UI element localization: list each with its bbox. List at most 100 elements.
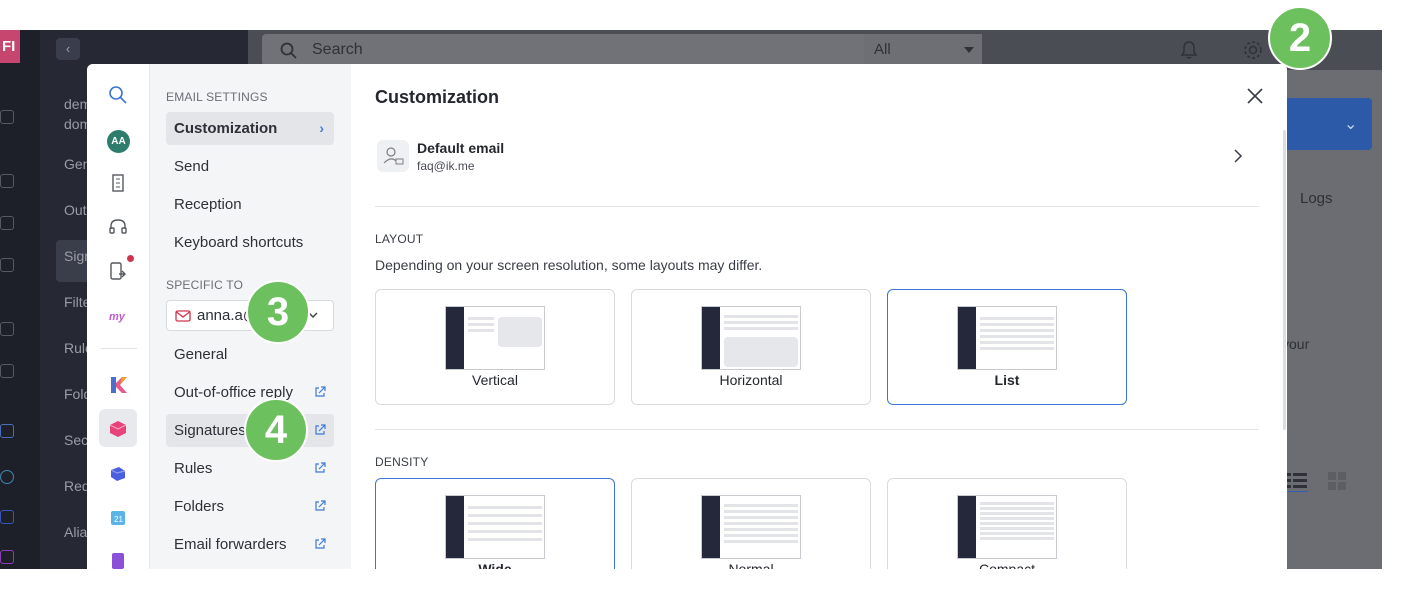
contacts-app-icon[interactable] [107, 550, 129, 569]
svg-text:my: my [109, 311, 126, 323]
sidebar-item[interactable]: Sec [64, 432, 88, 448]
user-avatar[interactable]: AA [107, 130, 130, 153]
app-icon[interactable] [0, 550, 14, 564]
account-address: faq@ik.me [417, 159, 475, 173]
nav-item-out-of-office[interactable]: Out-of-office reply [166, 376, 334, 409]
density-option-compact[interactable]: Compact [887, 478, 1127, 569]
account-selector[interactable]: Default email faq@ik.me [375, 134, 1259, 178]
nav-item-label: Rules [174, 460, 213, 477]
device-sync-icon[interactable] [107, 260, 129, 282]
layout-preview [957, 306, 1057, 370]
account-name: Default email [417, 140, 505, 156]
nav-item-label: Customization [174, 120, 278, 137]
settings-content: Customization Default email faq@ik.me LA… [351, 64, 1287, 569]
layout-option-horizontal[interactable]: Horizontal [631, 289, 871, 405]
building-icon[interactable] [107, 172, 129, 194]
chevron-right-icon [1234, 149, 1243, 163]
density-preview [701, 495, 801, 559]
external-link-icon [315, 424, 326, 435]
nav-item-label: Keyboard shortcuts [174, 234, 304, 251]
drive-app-icon[interactable] [107, 462, 129, 484]
nav-item-label: Signatures [174, 422, 246, 439]
search-input[interactable]: Search [262, 34, 864, 66]
email-settings-heading: EMAIL SETTINGS [166, 90, 268, 104]
nav-item-customization[interactable]: Customization › [166, 112, 334, 145]
kmail-app-icon[interactable] [0, 424, 14, 438]
sidebar-item[interactable]: Red [64, 478, 90, 494]
app-window: FI ‹ demo doma Gen Out Sign Filte Rule F… [0, 30, 1382, 569]
close-icon[interactable] [1245, 86, 1265, 106]
specific-to-heading: SPECIFIC TO [166, 278, 244, 292]
nav-item-label: Folders [174, 498, 225, 515]
envelope-icon [175, 310, 191, 322]
divider [375, 429, 1259, 430]
support-icon[interactable] [0, 322, 14, 336]
layout-option-label: Horizontal [719, 372, 783, 388]
app-icon[interactable] [0, 470, 14, 484]
nav-item-rules[interactable]: Rules [166, 452, 334, 485]
nav-item-keyboard-shortcuts[interactable]: Keyboard shortcuts [166, 226, 334, 259]
nav-item-general[interactable]: General [166, 338, 334, 371]
grid-view-icon[interactable] [1328, 472, 1346, 490]
rail-divider [101, 348, 137, 349]
notification-dot [127, 255, 134, 262]
home-icon[interactable] [0, 110, 14, 124]
nav-item-label: Email forwarders [174, 536, 287, 553]
search-placeholder: Search [312, 41, 363, 58]
kchat-app-icon[interactable] [107, 374, 129, 396]
account-avatar [377, 140, 409, 172]
layout-option-vertical[interactable]: Vertical [375, 289, 615, 405]
collapse-sidebar-button[interactable]: ‹ [56, 38, 80, 60]
rail-badge: FI [0, 30, 20, 63]
search-scope-select[interactable]: All [864, 34, 982, 66]
search-scope-value: All [874, 41, 891, 58]
users-icon[interactable] [0, 216, 14, 230]
page-title: Customization [375, 87, 499, 107]
mail-app-icon[interactable] [107, 417, 129, 439]
svg-text:21: 21 [114, 515, 123, 524]
headset-icon[interactable] [107, 216, 129, 238]
sidebar-item[interactable]: Out [64, 202, 87, 218]
density-option-label: Wide [478, 561, 512, 569]
calendar-app-icon[interactable]: 21 [107, 506, 129, 528]
density-option-normal[interactable]: Normal [631, 478, 871, 569]
logs-tab[interactable]: Logs [1300, 190, 1333, 207]
list-view-icon[interactable] [1286, 470, 1308, 492]
nav-item-reception[interactable]: Reception [166, 188, 334, 221]
layout-description: Depending on your screen resolution, som… [375, 257, 763, 273]
scrollbar[interactable] [1283, 130, 1286, 430]
modal-app-rail: AA my 21 [87, 64, 150, 569]
layout-option-list[interactable]: List [887, 289, 1127, 405]
bell-icon[interactable] [1180, 40, 1198, 60]
external-link-icon [315, 538, 326, 549]
external-link-icon [315, 386, 326, 397]
external-link-icon [315, 462, 326, 473]
building-icon[interactable] [0, 174, 14, 188]
chevron-right-icon: › [319, 120, 324, 136]
chevron-down-icon: ⌄ [1344, 116, 1358, 133]
nav-item-send[interactable]: Send [166, 150, 334, 183]
device-icon[interactable] [0, 258, 14, 272]
layout-option-label: List [994, 372, 1020, 388]
nav-item-email-forwarders[interactable]: Email forwarders [166, 528, 334, 561]
divider [375, 206, 1259, 207]
nav-item-label: Send [174, 158, 210, 175]
search-icon[interactable] [107, 84, 129, 106]
gear-icon[interactable] [1242, 39, 1264, 61]
step-marker-4: 4 [244, 398, 308, 462]
density-heading: DENSITY [375, 455, 429, 469]
background-primary-button[interactable]: ⌄ [1280, 98, 1372, 150]
sidebar-item[interactable]: Alia [64, 524, 87, 540]
app-icon[interactable] [0, 510, 14, 524]
external-link-icon [315, 500, 326, 511]
density-option-wide[interactable]: Wide [375, 478, 615, 569]
nav-item-label: Reception [174, 196, 242, 213]
settings-icon[interactable] [0, 364, 14, 378]
my-ksuite-icon[interactable]: my [107, 304, 129, 326]
layout-option-label: Vertical [472, 372, 518, 388]
step-marker-2: 2 [1268, 6, 1332, 70]
app-rail: FI [0, 30, 40, 569]
nav-item-folders[interactable]: Folders [166, 490, 334, 523]
layout-preview [701, 306, 801, 370]
step-marker-3: 3 [246, 280, 310, 344]
